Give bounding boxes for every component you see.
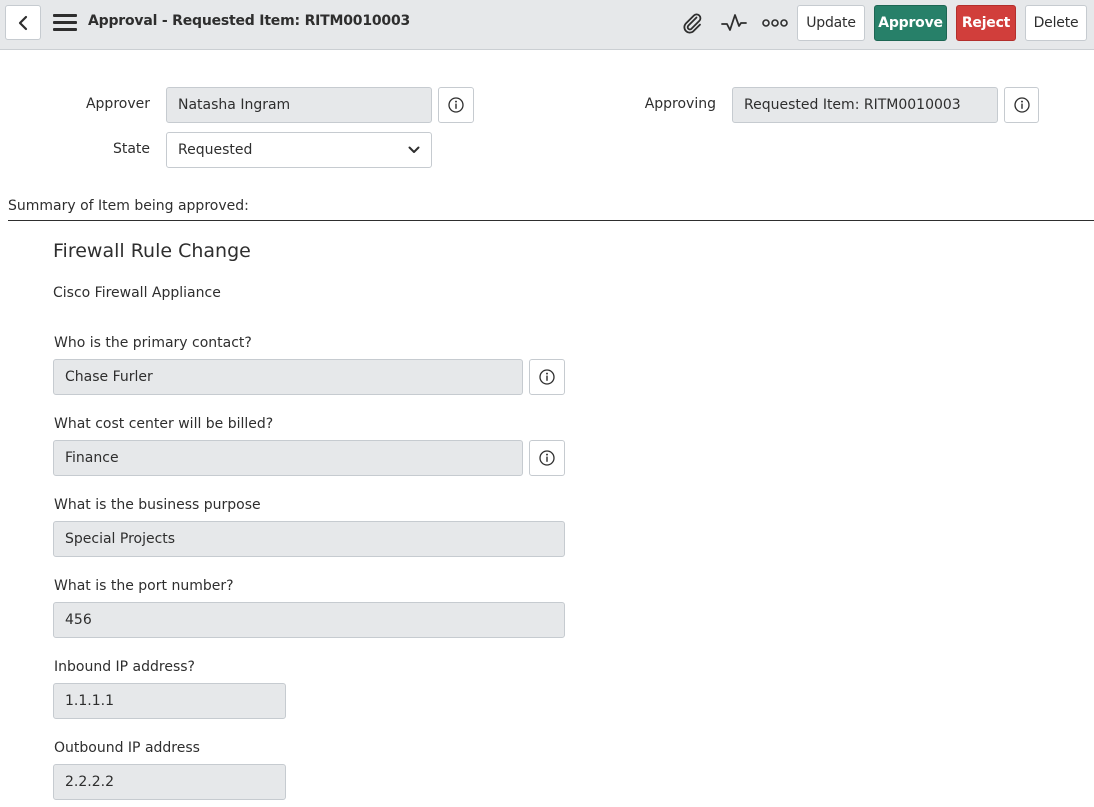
- reject-button[interactable]: Reject: [956, 5, 1016, 41]
- question-label: What is the port number?: [54, 578, 234, 594]
- state-label: State: [112, 141, 150, 157]
- cost-center-field[interactable]: Finance: [53, 440, 523, 476]
- question-label: Who is the primary contact?: [54, 335, 252, 351]
- summary-divider: [8, 220, 1094, 221]
- page-title: Approval - Requested Item: RITM0010003: [88, 13, 411, 29]
- approve-button[interactable]: Approve: [874, 5, 947, 41]
- info-icon: [448, 97, 464, 113]
- port-number-field[interactable]: 456: [53, 602, 565, 638]
- info-icon: [539, 369, 555, 385]
- question-label: What is the business purpose: [54, 497, 261, 513]
- cost-center-info-button[interactable]: [529, 440, 565, 476]
- question-label: Inbound IP address?: [54, 659, 195, 675]
- delete-button[interactable]: Delete: [1025, 5, 1087, 41]
- state-selected-value: Requested: [178, 142, 253, 158]
- approving-info-button[interactable]: [1004, 87, 1039, 123]
- state-select[interactable]: Requested: [166, 132, 432, 168]
- approver-label: Approver: [85, 96, 150, 112]
- primary-contact-field[interactable]: Chase Furler: [53, 359, 523, 395]
- approving-label: Approving: [644, 96, 716, 112]
- paperclip-icon[interactable]: [679, 10, 705, 36]
- approving-field[interactable]: Requested Item: RITM0010003: [732, 87, 998, 123]
- back-button[interactable]: [5, 5, 41, 40]
- back-icon: [18, 15, 28, 30]
- item-title: Firewall Rule Change: [53, 240, 251, 262]
- business-purpose-field[interactable]: Special Projects: [53, 521, 565, 557]
- more-icon[interactable]: [762, 10, 788, 36]
- activity-icon[interactable]: [721, 10, 747, 36]
- menu-icon[interactable]: [53, 13, 77, 32]
- inbound-ip-field[interactable]: 1.1.1.1: [53, 683, 286, 719]
- question-label: Outbound IP address: [54, 740, 200, 756]
- chevron-down-icon: [408, 146, 420, 153]
- approver-info-button[interactable]: [438, 87, 474, 123]
- info-icon: [1013, 97, 1030, 113]
- approver-field[interactable]: Natasha Ingram: [166, 87, 432, 123]
- info-icon: [539, 450, 555, 466]
- update-button[interactable]: Update: [797, 5, 865, 41]
- question-label: What cost center will be billed?: [54, 416, 274, 432]
- form-header: Approval - Requested Item: RITM0010003 U…: [0, 0, 1094, 50]
- outbound-ip-field[interactable]: 2.2.2.2: [53, 764, 286, 800]
- primary-contact-info-button[interactable]: [529, 359, 565, 395]
- summary-label: Summary of Item being approved:: [8, 198, 249, 214]
- item-subtitle: Cisco Firewall Appliance: [53, 285, 221, 301]
